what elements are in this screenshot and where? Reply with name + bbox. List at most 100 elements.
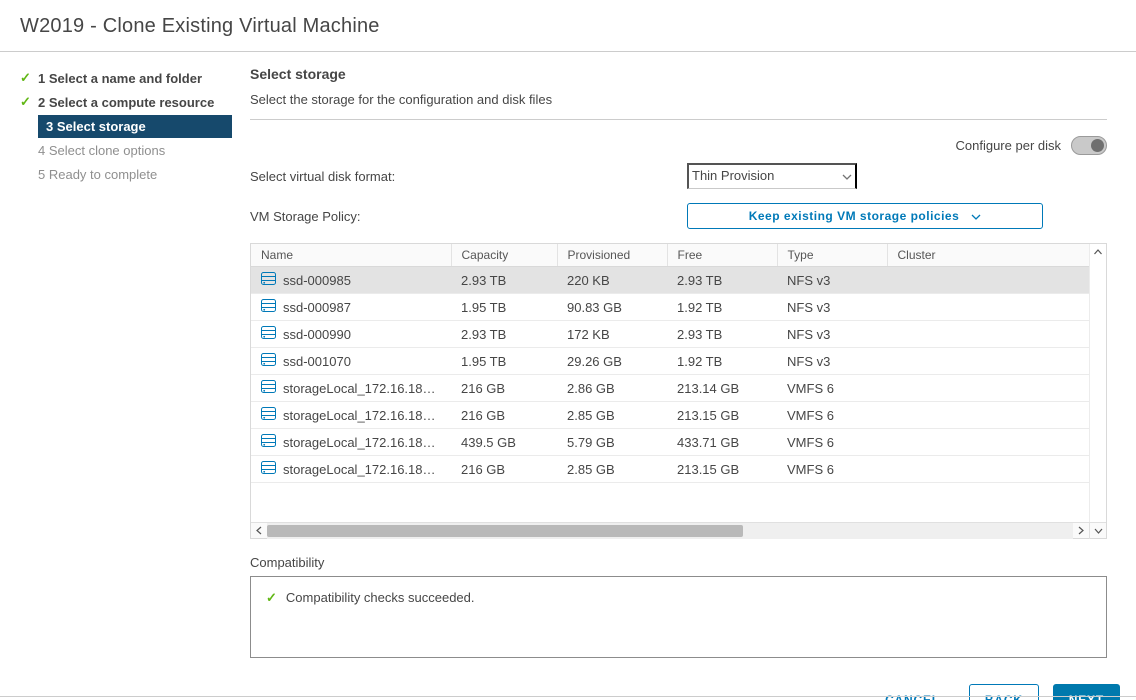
configure-per-disk-toggle[interactable] bbox=[1071, 136, 1107, 155]
type-cell: NFS v3 bbox=[777, 294, 887, 321]
scrollbar-thumb[interactable] bbox=[267, 525, 743, 537]
disk-format-value: Thin Provision bbox=[692, 168, 774, 183]
column-header-free[interactable]: Free bbox=[667, 244, 777, 267]
free-cell: 2.93 TB bbox=[667, 267, 777, 294]
provisioned-cell: 2.85 GB bbox=[557, 402, 667, 429]
column-header-cluster[interactable]: Cluster bbox=[887, 244, 1089, 267]
type-cell: NFS v3 bbox=[777, 321, 887, 348]
provisioned-cell: 90.83 GB bbox=[557, 294, 667, 321]
cluster-cell bbox=[887, 267, 1089, 294]
table-row[interactable]: storageLocal_172.16.186.... 216 GB 2.86 … bbox=[251, 375, 1089, 402]
bottom-divider bbox=[0, 696, 1136, 697]
configure-per-disk-label: Configure per disk bbox=[956, 138, 1062, 153]
step-label: 3 Select storage bbox=[38, 115, 232, 138]
provisioned-cell: 2.85 GB bbox=[557, 456, 667, 483]
type-cell: VMFS 6 bbox=[777, 456, 887, 483]
table-row[interactable]: ssd-000987 1.95 TB 90.83 GB 1.92 TB NFS … bbox=[251, 294, 1089, 321]
back-button[interactable]: BACK bbox=[969, 684, 1039, 700]
table-row[interactable]: storageLocal_172.16.186.51 216 GB 2.85 G… bbox=[251, 402, 1089, 429]
page-title: W2019 - Clone Existing Virtual Machine bbox=[20, 15, 1116, 38]
cluster-cell bbox=[887, 348, 1089, 375]
wizard-titlebar: W2019 - Clone Existing Virtual Machine bbox=[0, 0, 1136, 52]
table-row[interactable]: storageLocal_172.16.186.... 439.5 GB 5.7… bbox=[251, 429, 1089, 456]
step-heading: Select storage bbox=[250, 66, 1107, 82]
section-divider bbox=[250, 119, 1107, 120]
chevron-down-icon bbox=[971, 209, 981, 223]
storage-policy-dropdown[interactable]: Keep existing VM storage policies bbox=[687, 203, 1043, 229]
step-complete-check-icon: ✓ bbox=[20, 94, 38, 110]
next-button[interactable]: NEXT bbox=[1053, 684, 1120, 700]
wizard-footer: CANCEL BACK NEXT bbox=[250, 684, 1120, 700]
free-cell: 1.92 TB bbox=[667, 348, 777, 375]
datastore-icon bbox=[261, 299, 276, 315]
scroll-down-icon[interactable] bbox=[1089, 523, 1106, 539]
capacity-cell: 2.93 TB bbox=[451, 267, 557, 294]
provisioned-cell: 2.86 GB bbox=[557, 375, 667, 402]
step-label: 5 Ready to complete bbox=[38, 163, 232, 186]
type-cell: VMFS 6 bbox=[777, 402, 887, 429]
datastore-name: ssd-000985 bbox=[283, 273, 351, 288]
cluster-cell bbox=[887, 456, 1089, 483]
scrollbar-track[interactable] bbox=[267, 523, 1073, 539]
datastore-icon bbox=[261, 461, 276, 477]
table-row[interactable]: storageLocal_172.16.186.... 216 GB 2.85 … bbox=[251, 456, 1089, 483]
column-header-provisioned[interactable]: Provisioned bbox=[557, 244, 667, 267]
compatibility-label: Compatibility bbox=[250, 555, 1107, 570]
vertical-scrollbar[interactable] bbox=[1089, 244, 1106, 522]
disk-format-select[interactable]: Thin Provision bbox=[687, 163, 857, 189]
storage-policy-value: Keep existing VM storage policies bbox=[749, 209, 960, 223]
scroll-up-icon[interactable] bbox=[1094, 249, 1103, 255]
column-header-name[interactable]: Name bbox=[251, 244, 451, 267]
column-header-capacity[interactable]: Capacity bbox=[451, 244, 557, 267]
capacity-cell: 216 GB bbox=[451, 456, 557, 483]
table-row[interactable]: ssd-000990 2.93 TB 172 KB 2.93 TB NFS v3 bbox=[251, 321, 1089, 348]
sidebar-step-ready-to-complete: 5 Ready to complete bbox=[20, 162, 232, 186]
sidebar-step-compute-resource[interactable]: ✓ 2 Select a compute resource bbox=[20, 90, 232, 114]
table-row[interactable]: ssd-000985 2.93 TB 220 KB 2.93 TB NFS v3 bbox=[251, 267, 1089, 294]
datastore-name: storageLocal_172.16.186.51 bbox=[283, 408, 441, 423]
type-cell: NFS v3 bbox=[777, 267, 887, 294]
datastore-name: storageLocal_172.16.186.... bbox=[283, 462, 441, 477]
step-label: 1 Select a name and folder bbox=[38, 67, 232, 90]
cancel-button[interactable]: CANCEL bbox=[870, 685, 955, 700]
datastore-icon bbox=[261, 434, 276, 450]
datastore-icon bbox=[261, 272, 276, 288]
table-header-row: Name Capacity Provisioned Free Type Clus… bbox=[251, 244, 1089, 267]
capacity-cell: 216 GB bbox=[451, 375, 557, 402]
free-cell: 1.92 TB bbox=[667, 294, 777, 321]
free-cell: 433.71 GB bbox=[667, 429, 777, 456]
sidebar-step-select-storage[interactable]: 3 Select storage bbox=[20, 114, 232, 138]
sidebar-step-clone-options: 4 Select clone options bbox=[20, 138, 232, 162]
datastore-name: storageLocal_172.16.186.... bbox=[283, 381, 441, 396]
cluster-cell bbox=[887, 294, 1089, 321]
capacity-cell: 439.5 GB bbox=[451, 429, 557, 456]
datastore-name: ssd-001070 bbox=[283, 354, 351, 369]
type-cell: NFS v3 bbox=[777, 348, 887, 375]
datastore-icon bbox=[261, 353, 276, 369]
horizontal-scrollbar[interactable] bbox=[251, 522, 1106, 538]
free-cell: 2.93 TB bbox=[667, 321, 777, 348]
cluster-cell bbox=[887, 429, 1089, 456]
free-cell: 213.15 GB bbox=[667, 456, 777, 483]
step-content-pane: Select storage Select the storage for th… bbox=[232, 52, 1136, 700]
wizard-steps-sidebar: ✓ 1 Select a name and folder ✓ 2 Select … bbox=[0, 52, 232, 700]
cluster-cell bbox=[887, 402, 1089, 429]
datastore-icon bbox=[261, 407, 276, 423]
column-header-type[interactable]: Type bbox=[777, 244, 887, 267]
sidebar-step-name-and-folder[interactable]: ✓ 1 Select a name and folder bbox=[20, 66, 232, 90]
datastore-icon bbox=[261, 380, 276, 396]
provisioned-cell: 172 KB bbox=[557, 321, 667, 348]
datastore-name: ssd-000987 bbox=[283, 300, 351, 315]
storage-policy-label: VM Storage Policy: bbox=[250, 209, 687, 224]
provisioned-cell: 5.79 GB bbox=[557, 429, 667, 456]
provisioned-cell: 29.26 GB bbox=[557, 348, 667, 375]
scroll-right-icon[interactable] bbox=[1073, 523, 1089, 539]
step-label: 4 Select clone options bbox=[38, 139, 232, 162]
success-check-icon: ✓ bbox=[266, 590, 277, 605]
toggle-knob bbox=[1091, 139, 1104, 152]
scroll-left-icon[interactable] bbox=[251, 523, 267, 539]
table-row[interactable]: ssd-001070 1.95 TB 29.26 GB 1.92 TB NFS … bbox=[251, 348, 1089, 375]
datastore-icon bbox=[261, 326, 276, 342]
datastore-name: storageLocal_172.16.186.... bbox=[283, 435, 441, 450]
type-cell: VMFS 6 bbox=[777, 429, 887, 456]
